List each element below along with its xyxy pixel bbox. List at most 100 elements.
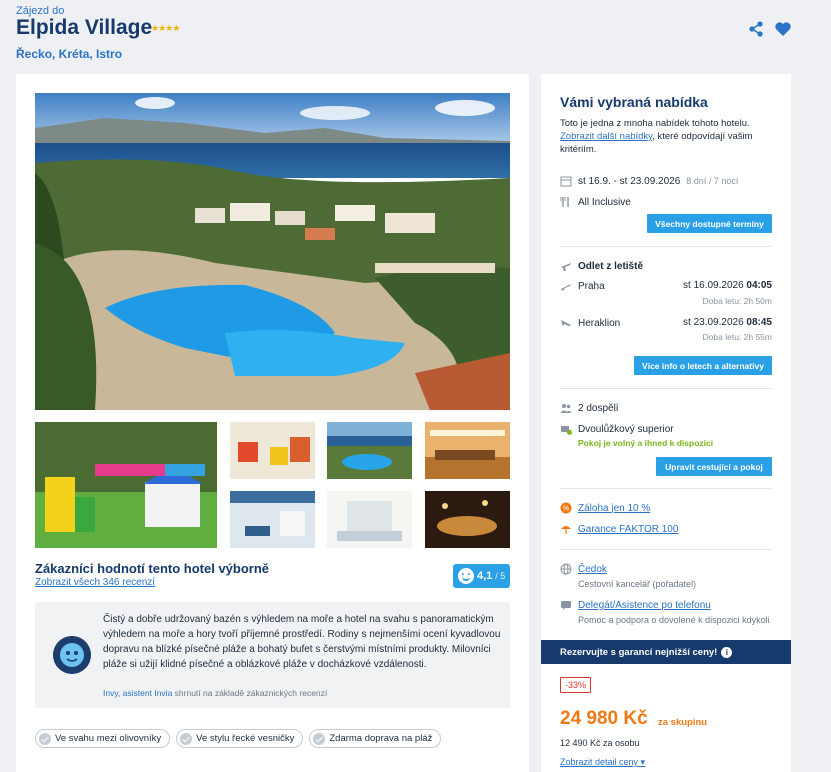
dates-row: st 16.9. - st 23.09.2026 8 dní / 7 nocí: [560, 175, 738, 187]
per-person-price: 12 490 Kč: [560, 738, 601, 748]
divider: [560, 549, 772, 550]
hero-photo[interactable]: [35, 93, 510, 410]
delegate-subtitle: Pomoc a podpora o dovolené k dispozici k…: [578, 615, 770, 625]
room-available-icon: [561, 426, 572, 435]
agency-row[interactable]: Čedok: [560, 563, 607, 575]
departure-label: Odlet z letiště: [578, 260, 644, 272]
svg-text:%: %: [563, 506, 569, 513]
flight-info-button[interactable]: Více info o letech a alternativy: [634, 356, 772, 375]
all-dates-button[interactable]: Všechny dostupné termíny: [647, 214, 772, 233]
gallery-thumb[interactable]: [425, 422, 510, 479]
assistant-avatar: [53, 636, 91, 674]
outbound-hour: 04:05: [746, 280, 772, 291]
people-icon: [560, 404, 572, 413]
plane-departure-icon: [561, 284, 571, 291]
price-detail-link[interactable]: Zobrazit detail ceny ▾: [560, 757, 645, 768]
banner-text: Rezervujte s garancí nejnižší ceny!: [560, 646, 718, 658]
other-offers-link[interactable]: Zobrazit další nabídky: [560, 131, 652, 142]
return-hour: 08:45: [746, 317, 772, 328]
check-icon: [180, 732, 193, 745]
percent-badge-icon: %: [560, 502, 572, 514]
all-reviews-link[interactable]: Zobrazit všech 346 recenzí: [35, 577, 155, 588]
hotel-overview-card: Zákazníci hodnotí tento hotel výborně Zo…: [16, 74, 529, 772]
highlight-chip[interactable]: Zdarma doprava na pláž: [309, 729, 442, 748]
calendar-icon: [560, 176, 572, 187]
delegate-link[interactable]: Delegát/Asistence po telefonu: [578, 600, 711, 611]
guarantee-row[interactable]: Garance FAKTOR 100: [560, 523, 678, 535]
plane-icon: [561, 263, 571, 271]
deposit-row[interactable]: % Záloha jen 10 %: [560, 502, 650, 514]
offer-sidebar: Vámi vybraná nabídka Toto je jedna z mno…: [541, 74, 791, 772]
return-city: Heraklion: [578, 317, 621, 329]
outbound-flight: Praha: [560, 280, 605, 292]
highlight-chip[interactable]: Ve svahu mezi olivovníky: [35, 729, 171, 748]
highlight-chip-label: Ve stylu řecké vesničky: [196, 733, 295, 744]
rating-title: Zákazníci hodnotí tento hotel výborně: [35, 561, 270, 576]
star-rating: ★★★★: [151, 23, 180, 33]
return-time: st 23.09.2026 08:45: [683, 317, 772, 328]
return-duration: Doba letu: 2h 55m: [702, 332, 772, 342]
page-header: Zájezd do Elpida Village ★★★★ Řecko, Kré…: [0, 0, 831, 74]
room-availability: Pokoj je volný a ihned k dispozici: [578, 438, 714, 448]
cutlery-icon: [560, 197, 569, 207]
departure-row: Odlet z letiště: [560, 260, 643, 272]
gallery-thumb[interactable]: [35, 422, 217, 548]
chat-bubble-icon: [561, 601, 571, 610]
return-date: st 23.09.2026: [683, 317, 744, 328]
guarantee-link[interactable]: Garance FAKTOR 100: [578, 524, 678, 535]
price-per-person: 12 490 Kč za osobu: [560, 738, 640, 748]
highlight-chip[interactable]: Ve stylu řecké vesničky: [176, 729, 304, 748]
hotel-location-link[interactable]: Řecko, Kréta, Istro: [16, 47, 122, 61]
gallery-thumb[interactable]: [230, 491, 315, 548]
offer-title: Vámi vybraná nabídka: [560, 94, 708, 110]
favorite-heart-icon[interactable]: [774, 20, 792, 38]
divider: [560, 388, 772, 389]
travelers-count: 2 dospělí: [578, 402, 619, 414]
edit-travelers-button[interactable]: Upravit cestující a pokoj: [656, 457, 772, 476]
board-type: All Inclusive: [578, 196, 631, 208]
share-icon[interactable]: [747, 20, 765, 38]
gallery-thumb[interactable]: [230, 422, 315, 479]
info-icon[interactable]: i: [721, 646, 733, 658]
umbrella-icon: [561, 526, 571, 534]
gallery-thumb[interactable]: [327, 422, 412, 479]
review-author: Invy, asistent Invia: [103, 688, 173, 698]
price-detail-label: Zobrazit detail ceny: [560, 757, 639, 767]
per-person-suffix: za osobu: [600, 738, 640, 748]
outbound-duration: Doba letu: 2h 50m: [702, 296, 772, 306]
highlight-chip-label: Ve svahu mezi olivovníky: [55, 733, 162, 744]
gallery-thumb[interactable]: [327, 491, 412, 548]
trip-duration: 8 dní / 7 nocí: [686, 176, 739, 186]
globe-icon: [560, 563, 572, 575]
hotel-title: Elpida Village: [16, 16, 153, 39]
review-signature: Invy, asistent Invia shrnutí na základě …: [103, 688, 327, 698]
offer-description: Toto je jedna z mnoha nabídek tohoto hot…: [560, 117, 775, 156]
agency-link[interactable]: Čedok: [578, 564, 607, 575]
outbound-date: st 16.09.2026: [683, 280, 744, 291]
trip-dates: st 16.9. - st 23.09.2026: [578, 175, 681, 187]
total-price: 24 980 Kč: [560, 708, 648, 729]
hotel-highlights: Ve svahu mezi olivovníky Ve stylu řecké …: [35, 729, 442, 748]
room-row: Dvoulůžkový superior: [560, 423, 674, 435]
travelers-row: 2 dospělí: [560, 402, 619, 414]
divider: [560, 246, 772, 247]
outbound-time: st 16.09.2026 04:05: [683, 280, 772, 291]
check-icon: [39, 732, 51, 745]
check-icon: [313, 732, 326, 745]
plane-arrival-icon: [561, 320, 571, 327]
rating-scale: / 5: [495, 571, 506, 581]
price-guarantee-banner: Rezervujte s garancí nejnižší ceny! i: [541, 640, 791, 664]
delegate-row[interactable]: Delegát/Asistence po telefonu: [560, 599, 711, 611]
outbound-city: Praha: [578, 280, 605, 292]
gallery-thumb[interactable]: [425, 491, 510, 548]
room-type: Dvoulůžkový superior: [578, 423, 674, 435]
rating-score-badge[interactable]: 4,1 / 5: [453, 564, 510, 588]
discount-badge: -33%: [560, 677, 592, 693]
offer-desc-text: Toto je jedna z mnoha nabídek tohoto hot…: [560, 118, 750, 129]
total-price-suffix: za skupinu: [658, 717, 708, 728]
deposit-link[interactable]: Záloha jen 10 %: [578, 503, 650, 514]
board-row: All Inclusive: [560, 196, 631, 208]
rating-score: 4,1: [477, 570, 493, 582]
divider: [560, 488, 772, 489]
smiley-icon: [458, 568, 474, 584]
